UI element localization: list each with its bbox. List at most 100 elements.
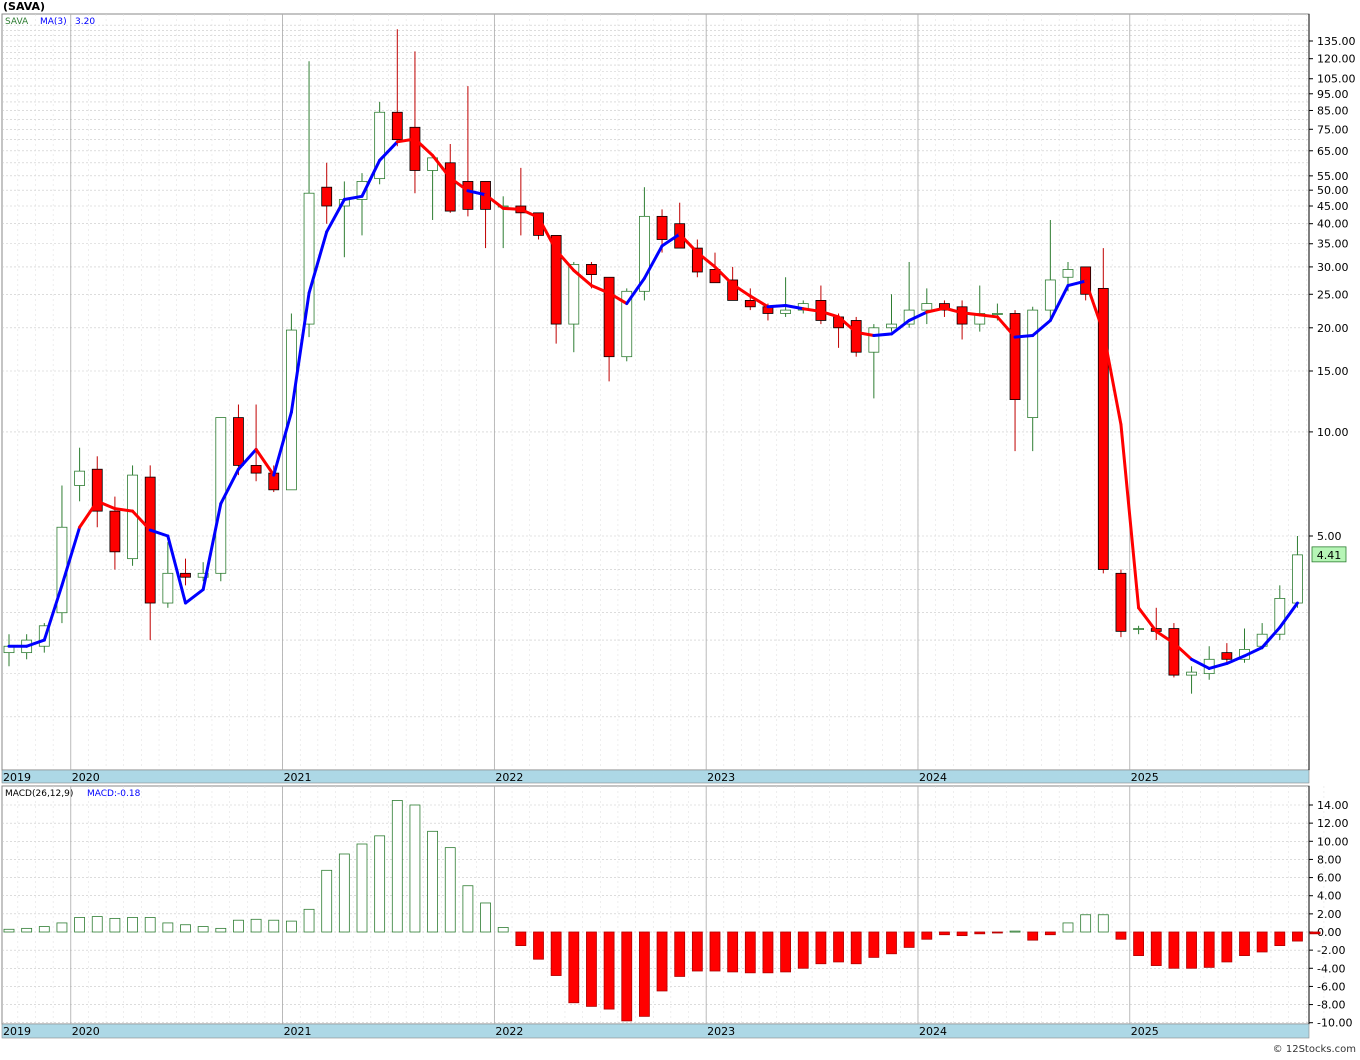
macd-bar-negative xyxy=(550,931,562,976)
macd-bar-positive xyxy=(409,804,421,933)
macd-bar-positive xyxy=(74,917,85,933)
macd-tick-label: 14.00 xyxy=(1317,799,1349,812)
macd-tick-label: -10.00 xyxy=(1317,1017,1352,1030)
macd-tick-label: 4.00 xyxy=(1317,890,1342,903)
macd-tick-label: 0.00 xyxy=(1317,926,1342,939)
macd-bar-positive xyxy=(480,902,491,933)
macd-bar-negative xyxy=(586,931,597,1007)
candle-down xyxy=(1115,572,1127,632)
macd-bar-positive xyxy=(427,830,439,933)
macd-bar-positive xyxy=(444,847,456,933)
macd-bar-negative xyxy=(639,931,650,1017)
price-year-label: 2022 xyxy=(495,771,523,784)
macd-bar-negative xyxy=(691,931,703,972)
macd-bar-negative xyxy=(992,931,1003,934)
macd-bar-negative xyxy=(1186,931,1197,969)
candle-up xyxy=(1044,279,1056,311)
macd-year-label: 2025 xyxy=(1131,1025,1159,1038)
price-tick-label: 105.00 xyxy=(1317,73,1356,86)
macd-bar-positive xyxy=(56,922,68,933)
macd-bar-negative xyxy=(762,931,774,974)
candle-up xyxy=(780,309,791,314)
macd-bar-negative xyxy=(621,931,633,1022)
price-tick-label: 50.00 xyxy=(1317,184,1349,197)
candle-up xyxy=(992,313,1003,315)
chart-title: (SAVA) xyxy=(3,0,46,13)
candle-down xyxy=(180,572,191,578)
macd-bar-positive xyxy=(321,869,333,933)
macd-bar-negative xyxy=(1221,931,1233,963)
price-tick-label: 30.00 xyxy=(1317,261,1349,274)
macd-bar-negative xyxy=(1203,931,1215,968)
candle-up xyxy=(74,470,85,486)
candle-up xyxy=(1186,671,1197,676)
price-year-label: 2020 xyxy=(72,771,100,784)
macd-bar-positive xyxy=(180,924,191,933)
macd-bar-negative xyxy=(1168,931,1180,969)
candle-down xyxy=(656,215,668,240)
candle-down xyxy=(321,186,333,207)
macd-bar-negative xyxy=(1044,931,1056,936)
legend-ma-label: MA(3) xyxy=(40,17,67,27)
candle-down xyxy=(1168,628,1180,676)
macd-bar-positive xyxy=(1009,930,1021,933)
credit-text: © 12Stocks.com xyxy=(1272,1044,1356,1055)
macd-bar-negative xyxy=(974,931,986,935)
candle-down xyxy=(109,510,121,553)
macd-bar-positive xyxy=(1062,922,1074,933)
macd-bar-negative xyxy=(1239,931,1250,956)
macd-bar-positive xyxy=(1097,914,1109,933)
candle-up xyxy=(886,323,897,329)
chart-root: (SAVA) 135.00 120.00 105.00 95.00 85.00 75.00… xyxy=(0,0,1360,1056)
macd-bar-negative xyxy=(709,931,721,972)
macd-x-axis-bar xyxy=(1,1023,1310,1039)
macd-bar-positive xyxy=(497,927,509,933)
macd-bar-positive xyxy=(250,918,262,933)
candle-down xyxy=(233,417,244,466)
candle-up xyxy=(1062,269,1074,278)
macd-tick-label: -4.00 xyxy=(1317,962,1345,975)
candle-up xyxy=(162,572,174,604)
macd-bar-negative xyxy=(833,931,844,963)
macd-bar-negative xyxy=(956,931,968,937)
price-year-label: 2025 xyxy=(1131,771,1159,784)
macd-bar-negative xyxy=(1133,931,1144,956)
macd-bar-positive xyxy=(303,908,315,933)
macd-legend-value: MACD:-0.18 xyxy=(87,789,141,799)
macd-year-label: 2022 xyxy=(495,1025,523,1038)
candle-down xyxy=(850,320,862,353)
candle-down xyxy=(250,465,262,474)
candle-down xyxy=(1221,652,1233,660)
macd-bar-negative xyxy=(903,931,915,948)
macd-bar-negative xyxy=(1309,931,1321,935)
macd-year-label: 2019 xyxy=(3,1025,31,1038)
macd-bar-negative xyxy=(797,931,809,969)
macd-bar-negative xyxy=(533,931,544,960)
macd-bar-negative xyxy=(886,931,897,955)
candle-up xyxy=(1292,554,1303,604)
macd-bar-positive xyxy=(3,928,15,933)
macd-bar-negative xyxy=(656,931,668,992)
price-plot-frame xyxy=(1,13,1310,771)
price-x-axis-bar xyxy=(1,769,1310,784)
candle-down xyxy=(462,181,474,210)
price-tick-label: 55.00 xyxy=(1317,170,1349,183)
macd-bar-positive xyxy=(374,835,386,933)
price-year-label: 2023 xyxy=(707,771,735,784)
candle-up xyxy=(1133,628,1144,630)
candle-down xyxy=(956,306,968,325)
ma3-segment xyxy=(978,313,999,319)
macd-bar-positive xyxy=(162,922,174,933)
candle-down xyxy=(391,111,403,141)
price-tick-label: 120.00 xyxy=(1317,53,1356,66)
macd-legend-label: MACD(26,12,9) xyxy=(5,789,73,799)
macd-tick-label: 10.00 xyxy=(1317,835,1349,848)
last-price-label: 4.41 xyxy=(1317,549,1342,562)
macd-bar-negative xyxy=(744,931,756,974)
macd-bar-positive xyxy=(144,917,156,933)
macd-bar-negative xyxy=(815,931,827,965)
price-tick-label: 10.00 xyxy=(1317,426,1349,439)
candle-up xyxy=(921,303,933,311)
ma3-segment xyxy=(1013,333,1035,339)
macd-bar-positive xyxy=(215,927,227,933)
